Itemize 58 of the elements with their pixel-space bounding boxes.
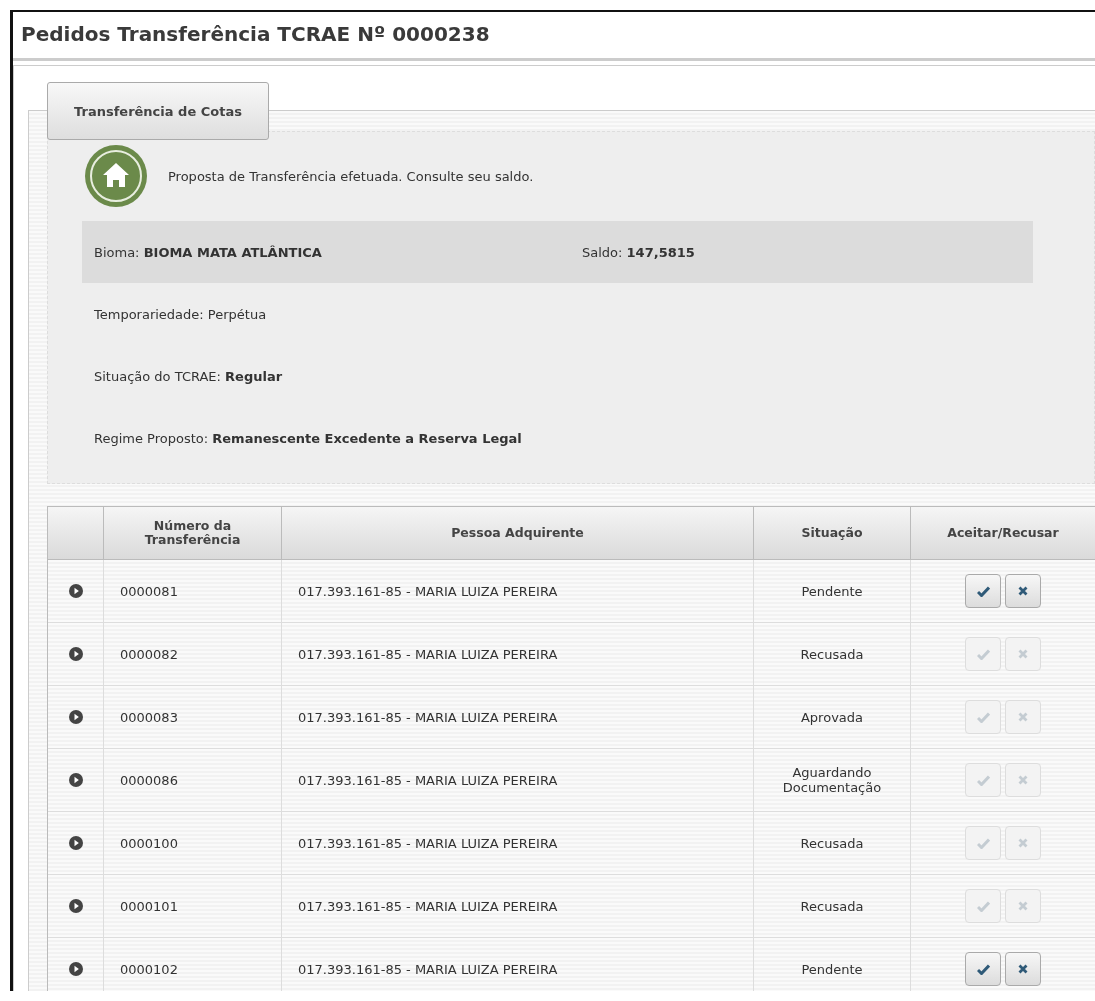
column-header: Situação xyxy=(801,526,863,540)
close-icon xyxy=(1018,712,1028,722)
transfer-number: 0000101 xyxy=(120,898,178,914)
check-icon xyxy=(976,900,990,912)
buyer-name: 017.393.161-85 - MARIA LUIZA PEREIRA xyxy=(298,835,558,851)
status-text: Aguardando Documentação xyxy=(781,765,883,795)
detail-text: Temporariedade: Perpétua xyxy=(94,306,267,322)
transfer-number: 0000102 xyxy=(120,961,178,977)
reject-button[interactable] xyxy=(1005,574,1041,608)
status-text: Pendente xyxy=(801,583,863,599)
column-header: Número da Transferência xyxy=(143,519,242,547)
buyer-name: 017.393.161-85 - MARIA LUIZA PEREIRA xyxy=(298,646,558,662)
check-icon xyxy=(976,711,990,723)
expand-icon[interactable] xyxy=(68,899,83,913)
buyer-name: 017.393.161-85 - MARIA LUIZA PEREIRA xyxy=(298,709,558,725)
transfer-number: 0000100 xyxy=(120,835,178,851)
expand-icon[interactable] xyxy=(68,710,83,724)
status-text: Recusada xyxy=(800,646,864,662)
buyer-name: 017.393.161-85 - MARIA LUIZA PEREIRA xyxy=(298,583,558,599)
column-header: Aceitar/Recusar xyxy=(947,526,1059,540)
close-icon xyxy=(1018,649,1028,659)
accept-button[interactable] xyxy=(965,952,1001,986)
biome-text: Bioma: BIOMA MATA ATLÂNTICA xyxy=(94,244,323,260)
tab[interactable]: Transferência de Cotas xyxy=(47,82,269,140)
detail-text: Regime Proposto: Remanescente Excedente a Reserva Legal xyxy=(94,430,522,446)
status-text: Recusada xyxy=(800,835,864,851)
expand-icon[interactable] xyxy=(68,584,83,598)
buyer-name: 017.393.161-85 - MARIA LUIZA PEREIRA xyxy=(298,772,558,788)
detail-text: Situação do TCRAE: Regular xyxy=(94,368,283,384)
close-icon xyxy=(1018,964,1028,974)
close-icon xyxy=(1018,838,1028,848)
close-icon xyxy=(1018,586,1028,596)
close-icon xyxy=(1018,901,1028,911)
reject-button[interactable] xyxy=(1005,952,1041,986)
check-icon xyxy=(976,648,990,660)
check-icon xyxy=(976,774,990,786)
status-text: Pendente xyxy=(801,961,863,977)
expand-icon[interactable] xyxy=(68,836,83,850)
status-text: Aprovada xyxy=(800,709,863,725)
balance-text: Saldo: 147,5815 xyxy=(582,244,695,260)
transfer-number: 0000086 xyxy=(120,772,178,788)
expand-icon[interactable] xyxy=(68,647,83,661)
transfer-number: 0000082 xyxy=(120,646,178,662)
buyer-name: 017.393.161-85 - MARIA LUIZA PEREIRA xyxy=(298,898,558,914)
expand-icon[interactable] xyxy=(68,773,83,787)
close-icon xyxy=(1018,775,1028,785)
message-text: Proposta de Transferência efetuada. Consulte seu saldo. xyxy=(168,168,534,184)
accept-button[interactable] xyxy=(965,574,1001,608)
transfer-number: 0000081 xyxy=(120,583,178,599)
home-icon xyxy=(84,144,148,208)
transfer-number: 0000083 xyxy=(120,709,178,725)
check-icon xyxy=(976,963,990,975)
column-header: Pessoa Adquirente xyxy=(451,526,584,540)
check-icon xyxy=(976,585,990,597)
expand-icon[interactable] xyxy=(68,962,83,976)
check-icon xyxy=(976,837,990,849)
buyer-name: 017.393.161-85 - MARIA LUIZA PEREIRA xyxy=(298,961,558,977)
status-text: Recusada xyxy=(800,898,864,914)
